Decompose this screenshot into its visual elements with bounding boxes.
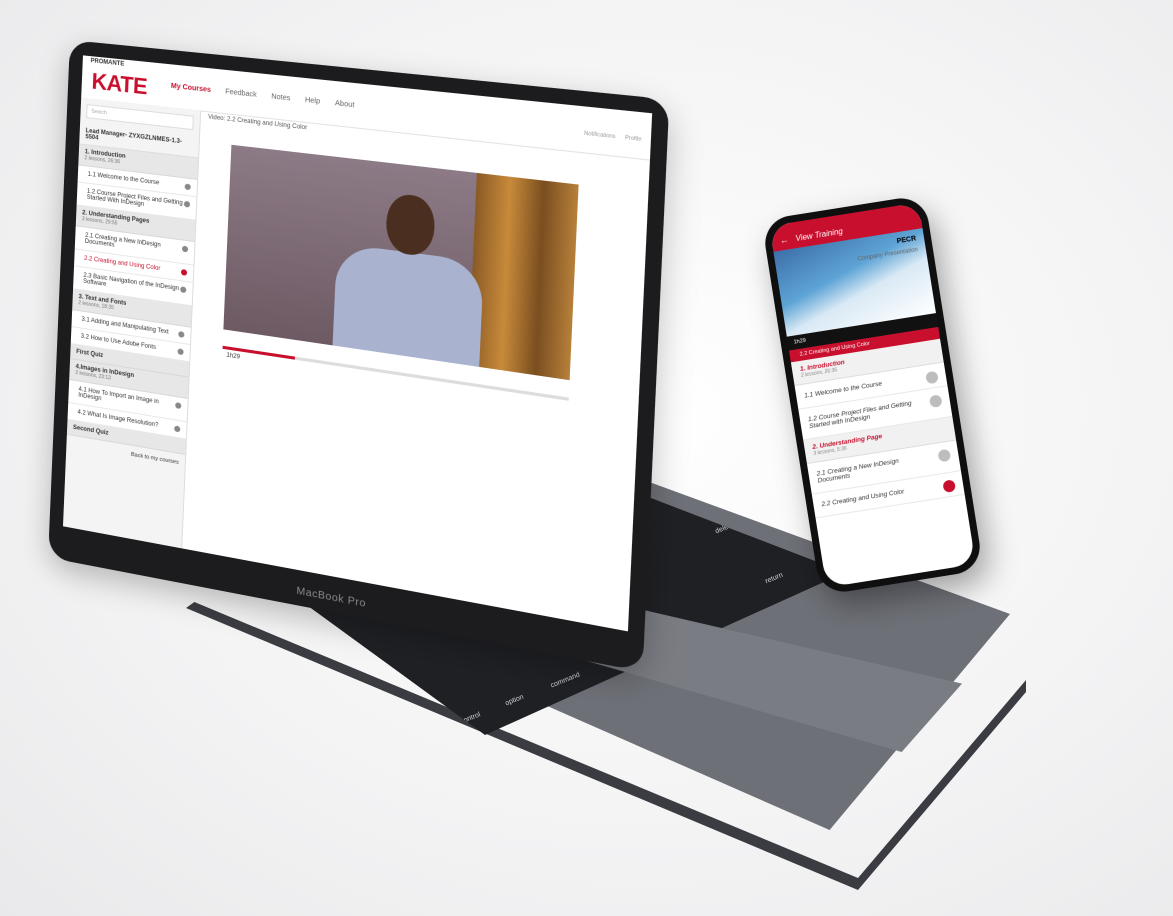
eye-icon — [174, 425, 181, 433]
video-brand: PECR — [896, 235, 917, 246]
key-fn: fn — [418, 727, 427, 736]
eye-icon — [183, 200, 191, 208]
section-title: Second Quiz — [72, 424, 109, 437]
play-icon — [180, 268, 188, 276]
nav-feedback[interactable]: Feedback — [225, 88, 257, 99]
phone-timer: 1h29 — [793, 337, 807, 346]
eye-icon — [178, 330, 185, 338]
kate-logo[interactable]: KATE — [91, 68, 147, 100]
nav-help[interactable]: Help — [305, 97, 320, 106]
course-sidebar: Search Lead Manager- ZYXGZLNMES-1.3-5504… — [62, 97, 202, 549]
key-return: return — [764, 571, 784, 586]
phone-screen: ← View Training PECR Company Presentatio… — [769, 202, 976, 588]
lesson-label: 2.1 Creating a New InDesign Documents — [816, 457, 900, 485]
notifications-link[interactable]: Notifications — [584, 130, 616, 140]
nav-notes[interactable]: Notes — [271, 93, 290, 102]
top-right-actions: Notifications Profile — [584, 130, 642, 143]
phone-header-title: View Training — [794, 226, 844, 244]
eye-icon — [928, 394, 943, 409]
eye-icon — [937, 448, 952, 463]
laptop-lid: PROMANTE KATE My Courses Feedback Notes … — [48, 40, 670, 672]
video-caption: Company Presentation — [857, 247, 919, 263]
nav-about[interactable]: About — [335, 100, 355, 109]
video-timer: 1h29 — [226, 352, 241, 361]
eye-icon — [925, 370, 939, 385]
product-mockup-scene: esc tab caps lock shift fn control optio… — [0, 0, 1173, 916]
eye-icon — [180, 286, 187, 294]
nav-my-courses[interactable]: My Courses — [171, 83, 211, 94]
lesson-label: 2.2 Creating and Using Color — [821, 488, 905, 509]
back-arrow-icon[interactable]: ← — [779, 234, 789, 245]
play-icon — [942, 479, 957, 493]
video-curtain — [468, 172, 579, 381]
lesson-label: 1.1 Welcome to the Course — [803, 380, 883, 400]
top-nav: My Courses Feedback Notes Help About — [171, 83, 355, 110]
eye-icon — [175, 402, 182, 410]
key-shift: shift — [384, 707, 399, 720]
key-command: command — [549, 671, 581, 690]
brand-small: PROMANTE — [90, 58, 125, 68]
eye-icon — [181, 245, 189, 253]
main-content: Video: 2.2 Creating and Using Color 1h29 — [183, 111, 650, 632]
key-option: option — [504, 693, 525, 708]
laptop-screen: PROMANTE KATE My Courses Feedback Notes … — [62, 55, 653, 632]
eye-icon — [184, 183, 191, 191]
section-title: First Quiz — [76, 348, 104, 360]
eye-icon — [177, 348, 184, 356]
profile-link[interactable]: Profile — [625, 135, 642, 143]
